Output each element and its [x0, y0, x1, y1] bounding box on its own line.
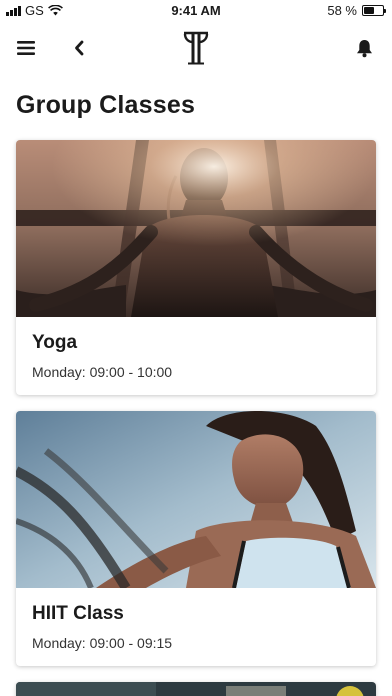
- battery-percent: 58 %: [327, 3, 357, 18]
- brand-logo-icon: [183, 31, 209, 65]
- class-schedule: Monday: 09:00 - 10:00: [32, 364, 173, 380]
- back-button[interactable]: [63, 32, 95, 64]
- battery-icon: [362, 5, 386, 16]
- class-name: Yoga: [32, 332, 78, 353]
- bell-icon: [356, 39, 372, 57]
- class-card[interactable]: [16, 682, 376, 696]
- class-photo: [16, 682, 376, 696]
- menu-icon: [17, 41, 35, 55]
- class-card[interactable]: Yoga Monday: 09:00 - 10:00: [16, 140, 376, 395]
- menu-button[interactable]: [10, 32, 42, 64]
- class-card[interactable]: HIIT Class Monday: 09:00 - 09:15: [16, 411, 376, 666]
- yoga-photo: [16, 140, 376, 317]
- class-schedule: Monday: 09:00 - 09:15: [32, 635, 173, 651]
- class-name: HIIT Class: [32, 603, 124, 624]
- status-bar: GS 9:41 AM 58 %: [0, 0, 392, 22]
- hiit-battle-ropes-photo: [16, 411, 376, 588]
- back-icon: [75, 40, 84, 56]
- card-body: Yoga Monday: 09:00 - 10:00: [16, 317, 376, 395]
- status-right: 58 %: [327, 3, 386, 18]
- page-title: Group Classes: [16, 91, 196, 119]
- card-body: HIIT Class Monday: 09:00 - 09:15: [16, 588, 376, 666]
- notifications-button[interactable]: [348, 32, 380, 64]
- battery-fill: [364, 7, 375, 14]
- nav-bar: [0, 28, 392, 68]
